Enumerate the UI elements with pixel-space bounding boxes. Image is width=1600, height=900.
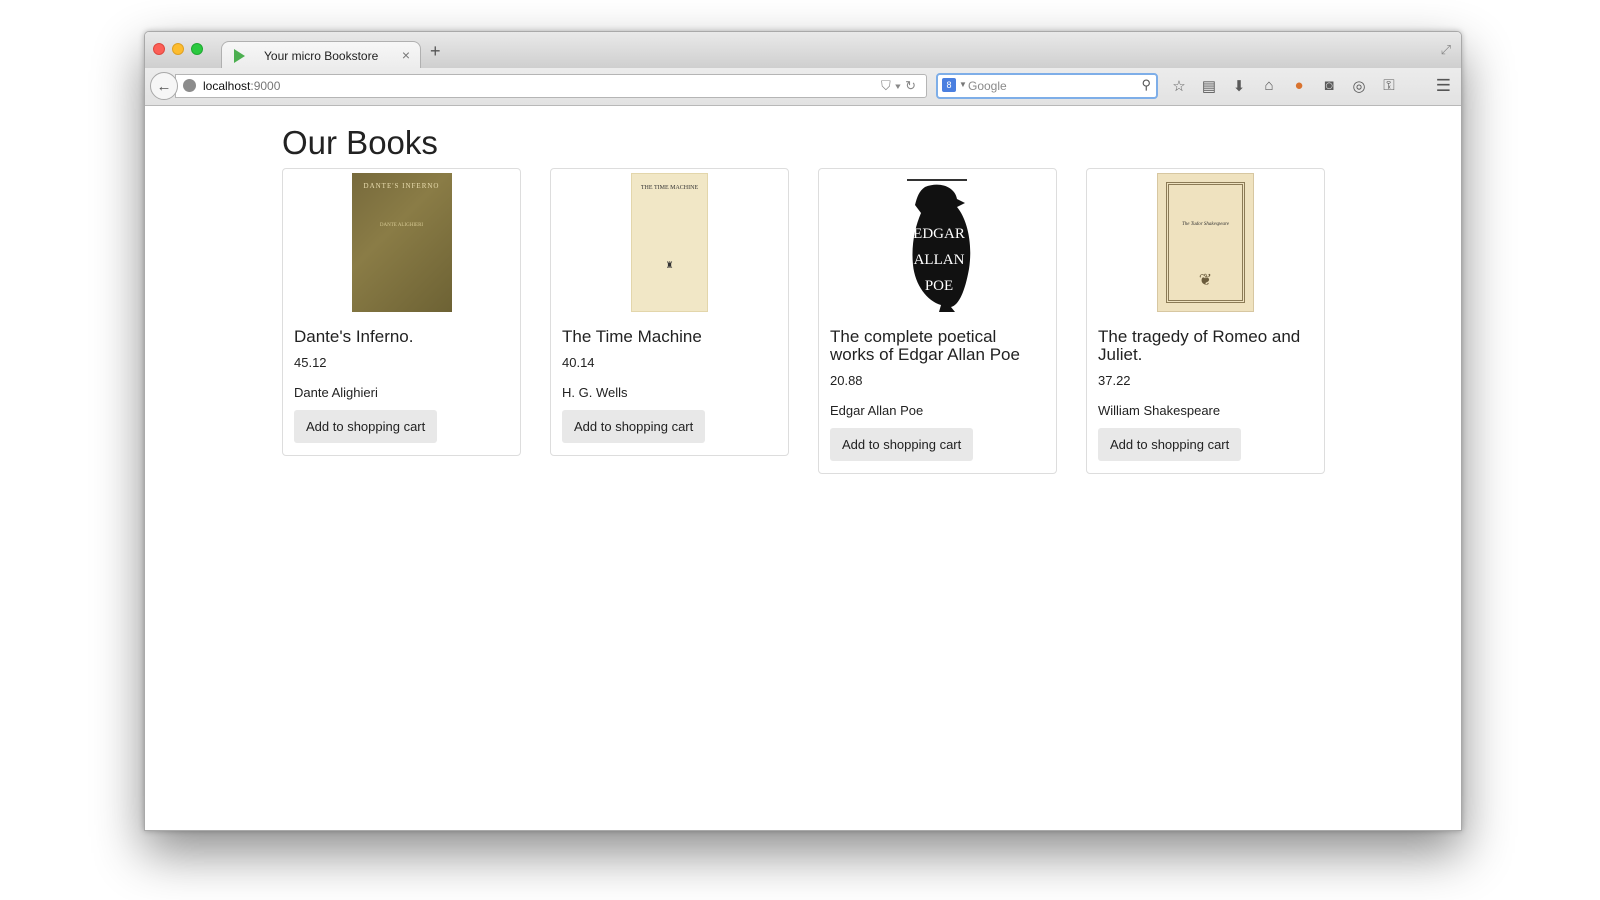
book-card: THE TIME MACHINE ♜ The Time Machine 40.1… [550, 168, 789, 456]
book-title: The Time Machine [562, 327, 702, 346]
play-icon [234, 49, 245, 63]
new-tab-button[interactable]: + [430, 41, 441, 62]
star-icon[interactable]: ☆ [1170, 77, 1188, 95]
search-bar[interactable]: 8 ▼ ⚲ [936, 73, 1158, 99]
shield-icon[interactable]: ◎ [1350, 77, 1368, 95]
add-to-cart-button[interactable]: Add to shopping cart [294, 410, 438, 443]
book-title: Dante's Inferno. [294, 327, 414, 346]
book-card: EDGAR ALLAN POE The complete poetical wo… [818, 168, 1057, 474]
book-card: The Tudor Shakespeare ❦ The tragedy of R… [1086, 168, 1325, 474]
page-title: Our Books [282, 124, 438, 161]
book-cover: THE TIME MACHINE ♜ [562, 173, 777, 312]
book-author: Dante Alighieri [294, 385, 378, 400]
book-title: The tragedy of Romeo and Juliet. [1098, 327, 1301, 364]
book-price: 40.14 [562, 355, 595, 370]
book-title: The complete poetical works of Edgar All… [830, 327, 1020, 364]
book-price: 37.22 [1098, 373, 1131, 388]
download-icon[interactable]: ⬇ [1230, 77, 1248, 95]
chevron-down-icon[interactable]: ▼ [959, 80, 967, 89]
book-cover: EDGAR ALLAN POE [830, 173, 1045, 312]
search-icon[interactable]: ⚲ [1141, 77, 1151, 93]
book-cover: The Tudor Shakespeare ❦ [1098, 173, 1313, 312]
book-author: H. G. Wells [562, 385, 628, 400]
pocket-icon[interactable]: ◙ [1320, 77, 1338, 95]
add-to-cart-button[interactable]: Add to shopping cart [830, 428, 974, 461]
fullscreen-icon[interactable]: ⤢ [1441, 42, 1451, 58]
book-author: Edgar Allan Poe [830, 403, 924, 418]
book-cover-image: EDGAR ALLAN POE [895, 173, 980, 312]
menu-icon[interactable]: ☰ [1436, 76, 1451, 96]
navigation-toolbar: localhost:9000 ⛉▾↻ ← 8 ▼ ⚲ ☆ ▤ ⬇ ⌂ ● ◙ ◎… [145, 68, 1461, 106]
book-cover-image: THE TIME MACHINE ♜ [631, 173, 708, 312]
url-text: localhost:9000 [203, 79, 281, 93]
globe-icon [183, 79, 196, 92]
tab-title: Your micro Bookstore [264, 49, 379, 63]
back-button[interactable]: ← [150, 72, 178, 100]
zoom-window-button[interactable] [191, 43, 203, 55]
close-window-button[interactable] [153, 43, 165, 55]
book-cover-image: The Tudor Shakespeare ❦ [1157, 173, 1254, 312]
search-input[interactable] [968, 77, 1128, 95]
page-content: Our Books DANTE'S INFERNO DANTE ALIGHIER… [145, 107, 1461, 830]
toolbar-icons: ☆ ▤ ⬇ ⌂ ● ◙ ◎ ⚿ [1170, 77, 1398, 95]
book-card: DANTE'S INFERNO DANTE ALIGHIERI Dante's … [282, 168, 521, 456]
key-icon[interactable]: ⚿ [1380, 77, 1398, 95]
add-to-cart-button[interactable]: Add to shopping cart [562, 410, 706, 443]
reload-icon[interactable]: ⛉▾↻ [881, 78, 920, 94]
book-price: 20.88 [830, 373, 863, 388]
book-cover: DANTE'S INFERNO DANTE ALIGHIERI [294, 173, 509, 312]
back-arrow-icon: ← [156, 77, 172, 95]
tab-bookstore[interactable]: Your micro Bookstore × [221, 41, 421, 69]
title-bar: Your micro Bookstore × + ⤢ [145, 32, 1461, 69]
reading-list-icon[interactable]: ▤ [1200, 77, 1218, 95]
book-author: William Shakespeare [1098, 403, 1221, 418]
close-tab-icon[interactable]: × [402, 47, 410, 63]
url-bar[interactable]: localhost:9000 ⛉▾↻ [175, 74, 927, 98]
book-cover-image: DANTE'S INFERNO DANTE ALIGHIERI [351, 173, 452, 312]
firefox-account-icon[interactable]: ● [1290, 77, 1308, 95]
book-price: 45.12 [294, 355, 327, 370]
google-engine-icon[interactable]: 8 [942, 78, 956, 92]
browser-window: Your micro Bookstore × + ⤢ localhost:900… [144, 31, 1462, 831]
minimize-window-button[interactable] [172, 43, 184, 55]
add-to-cart-button[interactable]: Add to shopping cart [1098, 428, 1242, 461]
home-icon[interactable]: ⌂ [1260, 77, 1278, 95]
